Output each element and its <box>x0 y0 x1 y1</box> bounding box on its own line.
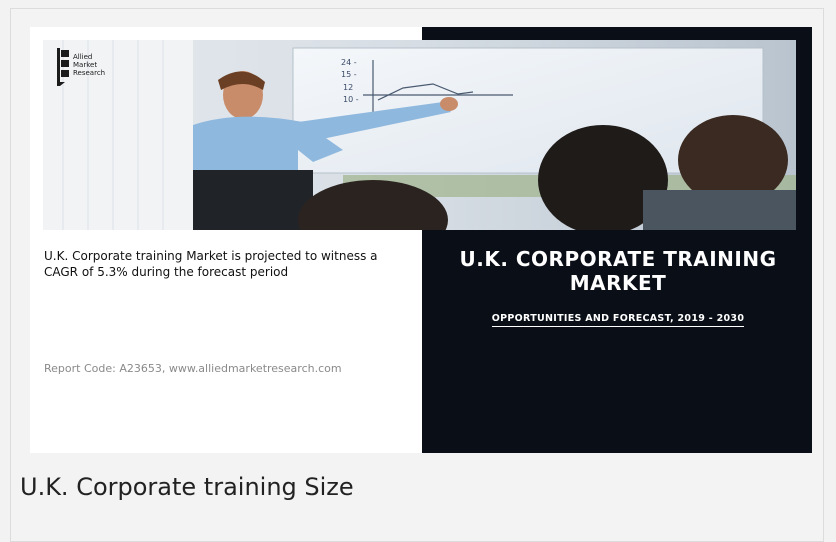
svg-text:12: 12 <box>343 83 353 92</box>
logo-text-line-1: Allied <box>73 53 93 61</box>
logo-text-line-3: Research <box>73 69 106 77</box>
report-subtitle-wrap: OPPORTUNITIES AND FORECAST, 2019 - 2030 <box>430 306 806 327</box>
report-title: U.K. CORPORATE TRAINING MARKET <box>459 247 777 295</box>
logo-mark-icon <box>57 48 69 86</box>
svg-text:24 -: 24 - <box>341 58 357 67</box>
hero-photo: 24 - 15 - 12 10 - <box>43 40 796 230</box>
report-subtitle: OPPORTUNITIES AND FORECAST, 2019 - 2030 <box>491 312 745 327</box>
svg-text:15 -: 15 - <box>341 70 357 79</box>
allied-market-research-logo: Allied Market Research <box>57 48 125 90</box>
logo-text-line-2: Market <box>73 61 98 69</box>
market-description: U.K. Corporate training Market is projec… <box>44 249 378 279</box>
svg-text:10 -: 10 - <box>343 95 359 104</box>
image-caption: U.K. Corporate training Size <box>20 473 354 501</box>
report-code: Report Code: A23653, www.alliedmarketres… <box>44 362 342 375</box>
